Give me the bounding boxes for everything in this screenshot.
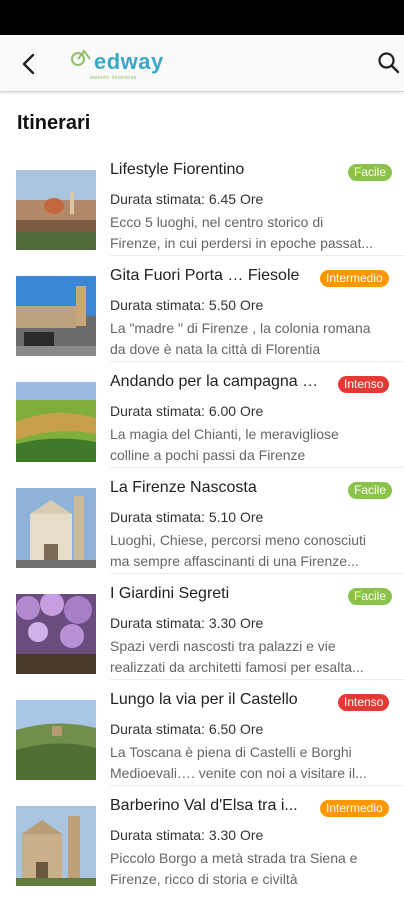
status-bar (0, 0, 404, 35)
itinerary-item-fiesole[interactable]: Gita Fuori Porta … Fiesole Intermedio Du… (0, 256, 404, 362)
itinerary-duration: Durata stimata: 6.45 Ore (110, 191, 264, 207)
itinerary-item-campagna[interactable]: Andando per la campagna … Intenso Durata… (0, 362, 404, 468)
itinerary-description: La magia del Chianti, le meravigliose co… (110, 426, 339, 463)
difficulty-badge: Facile (348, 482, 393, 499)
itinerary-item-firenze-nascosta[interactable]: La Firenze Nascosta Facile Durata stimat… (0, 468, 404, 574)
app-bar: edway autentic itineraries (0, 35, 404, 92)
itinerary-thumbnail (16, 806, 96, 886)
app-logo: edway autentic itineraries (70, 45, 170, 85)
itinerary-description: La Toscana è piena di Castelli e Borghi … (110, 744, 367, 781)
itinerary-thumbnail (16, 700, 96, 780)
itinerary-title: Lifestyle Fiorentino (110, 161, 245, 178)
logo-text: edway (94, 49, 164, 74)
itinerary-duration: Durata stimata: 6.00 Ore (110, 403, 264, 419)
search-button[interactable] (376, 50, 404, 78)
difficulty-badge: Intermedio (320, 270, 389, 287)
itinerary-thumbnail (16, 488, 96, 568)
search-icon (378, 52, 400, 74)
itinerary-duration: Durata stimata: 5.50 Ore (110, 297, 264, 313)
itinerary-item-barberino[interactable]: Barberino Val d'Elsa tra i... Intermedio… (0, 786, 404, 892)
difficulty-badge: Facile (348, 588, 393, 605)
itinerary-duration: Durata stimata: 6.50 Ore (110, 721, 264, 737)
back-arrow-icon (22, 53, 35, 75)
itinerary-title: Barberino Val d'Elsa tra i... (110, 797, 298, 814)
difficulty-badge: Intenso (338, 376, 390, 393)
page-title: Itinerari (17, 112, 91, 134)
itinerary-thumbnail (16, 382, 96, 462)
itinerary-description: Luoghi, Chiese, percorsi meno conosciuti… (110, 532, 367, 569)
itinerary-description: Ecco 5 luoghi, nel centro storico di Fir… (110, 214, 374, 251)
itinerary-description: La "madre " di Firenze , la colonia roma… (110, 320, 371, 357)
itinerary-item-giardini-segreti[interactable]: I Giardini Segreti Facile Durata stimata… (0, 574, 404, 680)
itinerary-duration: Durata stimata: 5.10 Ore (110, 509, 264, 525)
difficulty-badge: Facile (348, 164, 393, 181)
itinerary-title: Andando per la campagna … (110, 373, 319, 390)
itinerary-title: Gita Fuori Porta … Fiesole (110, 267, 300, 284)
itinerary-item-castello[interactable]: Lungo la via per il Castello Intenso Dur… (0, 680, 404, 786)
itinerary-item-lifestyle-fiorentino[interactable]: Lifestyle Fiorentino Facile Durata stima… (0, 150, 404, 256)
itinerary-title: Lungo la via per il Castello (110, 691, 298, 708)
back-button[interactable] (14, 49, 44, 79)
itinerary-thumbnail (16, 594, 96, 674)
difficulty-badge: Intermedio (320, 800, 389, 817)
itinerary-description: Piccolo Borgo a metà strada tra Siena e … (110, 850, 358, 887)
itinerary-description: Spazi verdi nascosti tra palazzi e vie r… (110, 638, 364, 675)
itinerary-title: La Firenze Nascosta (110, 479, 257, 496)
itinerary-thumbnail (16, 170, 96, 250)
itinerary-title: I Giardini Segreti (110, 585, 230, 602)
difficulty-badge: Intenso (338, 694, 390, 711)
logo-tagline: autentic itineraries (90, 75, 137, 81)
itinerary-duration: Durata stimata: 3.30 Ore (110, 827, 264, 843)
itinerary-thumbnail (16, 276, 96, 356)
itinerary-duration: Durata stimata: 3.30 Ore (110, 615, 264, 631)
